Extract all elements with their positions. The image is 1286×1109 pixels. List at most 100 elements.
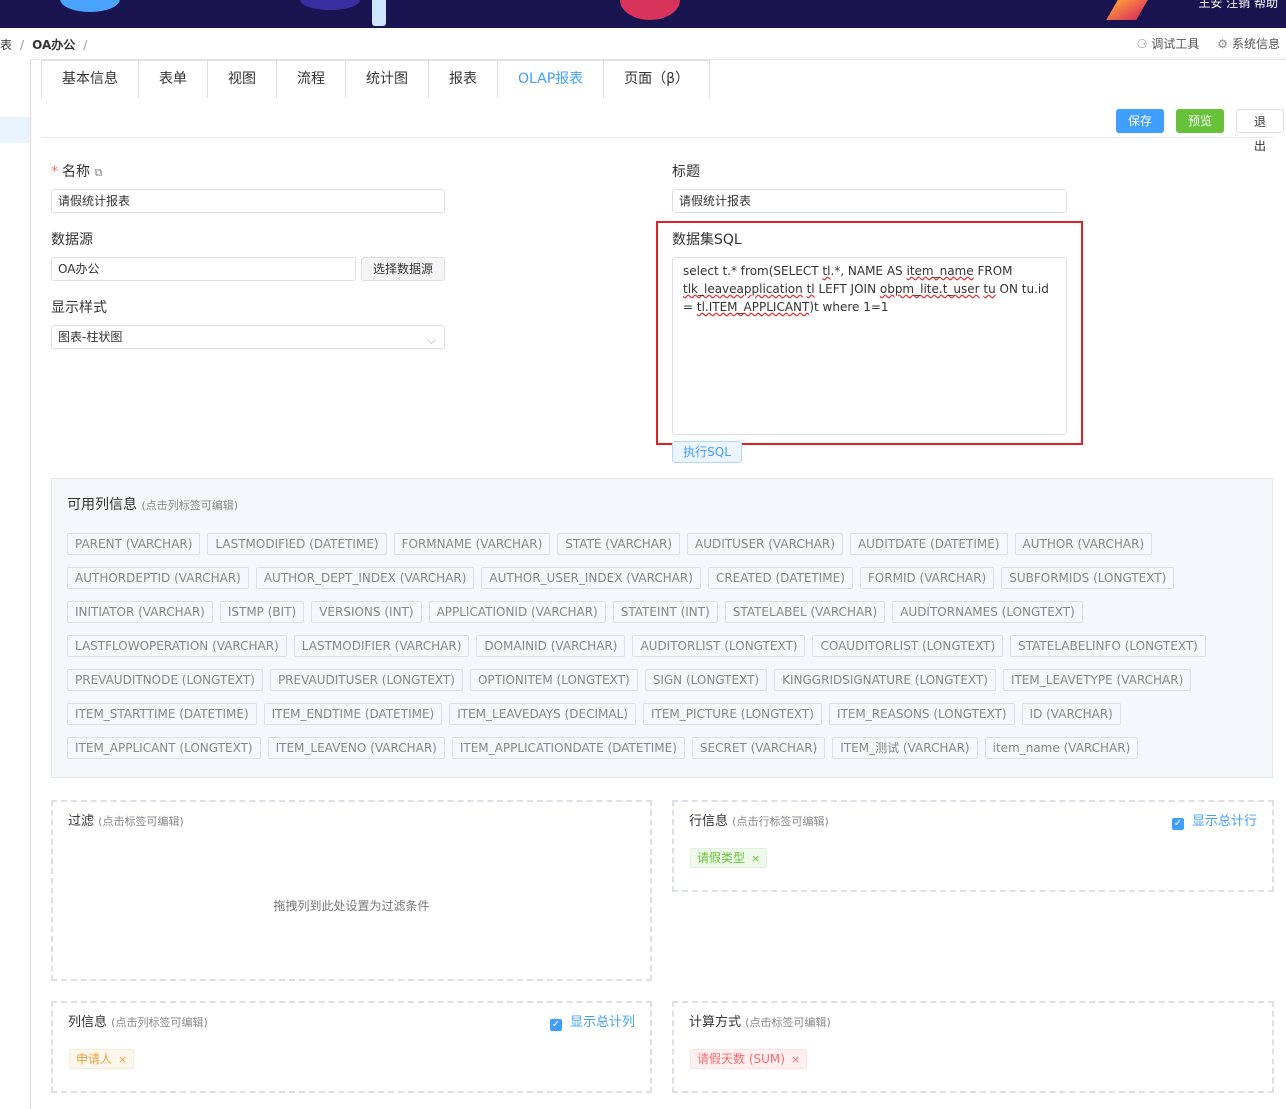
column-tag[interactable]: PREVAUDITNODE (LONGTEXT) [67, 669, 263, 691]
select-datasource-button[interactable]: 选择数据源 [361, 257, 445, 281]
execute-sql-button[interactable]: 执行SQL [672, 441, 742, 463]
datasource-label: 数据源 [51, 232, 93, 248]
calc-tag-leave-days-sum[interactable]: 请假天数 (SUM) × [690, 1049, 808, 1069]
show-total-row-checkbox[interactable]: ✓ 显示总计行 [1171, 810, 1257, 830]
exit-button[interactable]: 退出 [1236, 109, 1284, 153]
column-tag[interactable]: COAUDITORLIST (LONGTEXT) [812, 635, 1004, 657]
column-tag[interactable]: ITEM_LEAVEDAYS (DECIMAL) [449, 703, 636, 725]
show-total-column-checkbox[interactable]: ✓ 显示总计列 [549, 1011, 635, 1031]
column-tag[interactable]: ITEM_APPLICATIONDATE (DATETIME) [451, 737, 685, 759]
column-tag[interactable]: STATELABEL (VARCHAR) [724, 601, 886, 623]
chevron-down-icon: ⌵ [426, 333, 436, 347]
column-tag[interactable]: AUTHOR_DEPT_INDEX (VARCHAR) [255, 567, 475, 589]
tab-report[interactable]: 报表 [429, 61, 498, 98]
save-button[interactable]: 保存 [1116, 109, 1164, 133]
column-tag[interactable]: SUBFORMIDS (LONGTEXT) [1001, 567, 1175, 589]
row-info-dropzone[interactable]: 行信息 (点击行标签可编辑) ✓ 显示总计行 请假类型 × [672, 800, 1274, 892]
checkbox-checked-icon: ✓ [549, 1019, 562, 1031]
name-input[interactable]: 请假统计报表 [51, 189, 445, 213]
column-tag[interactable]: FORMNAME (VARCHAR) [393, 533, 551, 555]
column-tag-row: AUTHORDEPTID (VARCHAR) AUTHOR_DEPT_INDEX … [67, 567, 1267, 601]
column-tag[interactable]: ITEM_ENDTIME (DATETIME) [263, 703, 443, 725]
top-banner: 王安 注销 帮助 [0, 0, 1286, 28]
title-input[interactable]: 请假统计报表 [672, 189, 1067, 213]
column-tag[interactable]: AUDITORNAMES (LONGTEXT) [892, 601, 1083, 623]
tab-basic-info[interactable]: 基本信息 [42, 61, 139, 98]
column-tag[interactable]: AUTHORDEPTID (VARCHAR) [67, 567, 249, 589]
filter-dropzone[interactable]: 过滤 (点击标签可编辑) 拖拽列到此处设置为过滤条件 [51, 800, 652, 981]
column-tag[interactable]: SECRET (VARCHAR) [691, 737, 826, 759]
datasource-input[interactable]: OA办公 [51, 257, 356, 281]
column-tag[interactable]: AUDITORLIST (LONGTEXT) [632, 635, 806, 657]
column-tag[interactable]: LASTMODIFIED (DATETIME) [207, 533, 387, 555]
preview-button[interactable]: 预览 [1176, 109, 1224, 133]
column-tag[interactable]: AUDITDATE (DATETIME) [849, 533, 1008, 555]
column-tag[interactable]: ITEM_PICTURE (LONGTEXT) [642, 703, 822, 725]
tab-form[interactable]: 表单 [139, 61, 208, 98]
column-tag[interactable]: FORMID (VARCHAR) [859, 567, 995, 589]
column-tag[interactable]: ISTMP (BIT) [219, 601, 305, 623]
column-tag[interactable]: ITEM_STARTTIME (DATETIME) [67, 703, 257, 725]
column-tag[interactable]: AUTHOR (VARCHAR) [1014, 533, 1153, 555]
calculation-dropzone[interactable]: 计算方式 (点击标签可编辑) 请假天数 (SUM) × [672, 1001, 1274, 1093]
display-style-select[interactable]: 图表-柱状图 ⌵ [51, 325, 445, 349]
column-tag[interactable]: ITEM_REASONS (LONGTEXT) [828, 703, 1015, 725]
close-icon[interactable]: × [791, 1053, 800, 1066]
sidebar-selected-item[interactable] [0, 117, 30, 143]
column-tag[interactable]: INITIATOR (VARCHAR) [67, 601, 213, 623]
column-tag[interactable]: KINGGRIDSIGNATURE (LONGTEXT) [774, 669, 996, 691]
column-tag[interactable]: VERSIONS (INT) [311, 601, 422, 623]
tab-chart[interactable]: 统计图 [346, 61, 429, 98]
banner-decoration [300, 0, 360, 10]
column-tag[interactable]: SIGN (LONGTEXT) [644, 669, 768, 691]
column-tag[interactable]: DOMAINID (VARCHAR) [476, 635, 626, 657]
column-tag-list: PARENT (VARCHAR) LASTMODIFIED (DATETIME) F… [67, 533, 1267, 771]
row-tag-leave-type[interactable]: 请假类型 × [690, 848, 768, 868]
user-links[interactable]: 王安 注销 帮助 [1198, 0, 1278, 11]
display-style-label: 显示样式 [51, 300, 107, 316]
tab-page[interactable]: 页面（β） [604, 61, 709, 98]
column-tag[interactable]: STATELABELINFO (LONGTEXT) [1010, 635, 1206, 657]
column-info-title: 列信息 (点击列标签可编辑) [68, 1015, 208, 1030]
column-info-dropzone[interactable]: 列信息 (点击列标签可编辑) ✓ 显示总计列 申请人 × [51, 1001, 652, 1093]
top-tools: ⚆ 调试工具 ⚙ 系统信息 [1123, 35, 1280, 52]
debug-tool-link[interactable]: 调试工具 [1151, 37, 1199, 51]
column-tag[interactable]: ITEM_APPLICANT (LONGTEXT) [67, 737, 261, 759]
column-tag-row: LASTFLOWOPERATION (VARCHAR) LASTMODIFIER … [67, 635, 1267, 669]
breadcrumb: 表 / OA办公 / [0, 36, 95, 53]
banner-decoration [60, 0, 120, 12]
breadcrumb-separator: / [20, 38, 25, 52]
tab-view[interactable]: 视图 [208, 61, 277, 98]
close-icon[interactable]: × [118, 1053, 127, 1066]
row-info-title: 行信息 (点击行标签可编辑) [689, 814, 829, 829]
column-tag[interactable]: ID (VARCHAR) [1021, 703, 1121, 725]
name-label: * 名称 ⧉ [51, 164, 103, 180]
system-info-link[interactable]: 系统信息 [1232, 37, 1280, 51]
column-tag[interactable]: PARENT (VARCHAR) [67, 533, 201, 555]
copy-icon[interactable]: ⧉ [94, 166, 102, 179]
column-tag[interactable]: STATE (VARCHAR) [557, 533, 681, 555]
column-tag[interactable]: STATEINT (INT) [612, 601, 718, 623]
calculation-title: 计算方式 (点击标签可编辑) [689, 1015, 831, 1030]
column-tag[interactable]: ITEM_LEAVETYPE (VARCHAR) [1002, 669, 1192, 691]
column-tag[interactable]: ITEM_LEAVENO (VARCHAR) [267, 737, 445, 759]
close-icon[interactable]: × [751, 852, 760, 865]
column-tag[interactable]: OPTIONITEM (LONGTEXT) [469, 669, 638, 691]
column-tag[interactable]: LASTMODIFIER (VARCHAR) [293, 635, 470, 657]
banner-decoration [1106, 0, 1148, 20]
tab-flow[interactable]: 流程 [277, 61, 346, 98]
breadcrumb-current: OA办公 [32, 38, 76, 52]
breadcrumb-item[interactable]: 表 [0, 38, 12, 52]
column-tag-row: ITEM_APPLICANT (LONGTEXT) ITEM_LEAVENO (V… [67, 737, 1267, 771]
column-tag[interactable]: AUTHOR_USER_INDEX (VARCHAR) [481, 567, 701, 589]
column-tag[interactable]: LASTFLOWOPERATION (VARCHAR) [67, 635, 287, 657]
tab-olap-report[interactable]: OLAP报表 [498, 61, 605, 98]
column-tag[interactable]: ITEM_测试 (VARCHAR) [832, 737, 978, 759]
column-tag[interactable]: PREVAUDITUSER (LONGTEXT) [269, 669, 463, 691]
column-tag[interactable]: AUDITUSER (VARCHAR) [687, 533, 843, 555]
column-tag-applicant[interactable]: 申请人 × [69, 1049, 135, 1069]
column-tag[interactable]: CREATED (DATETIME) [707, 567, 853, 589]
banner-decoration [620, 0, 680, 20]
column-tag[interactable]: item_name (VARCHAR) [984, 737, 1139, 759]
column-tag[interactable]: APPLICATIONID (VARCHAR) [428, 601, 606, 623]
